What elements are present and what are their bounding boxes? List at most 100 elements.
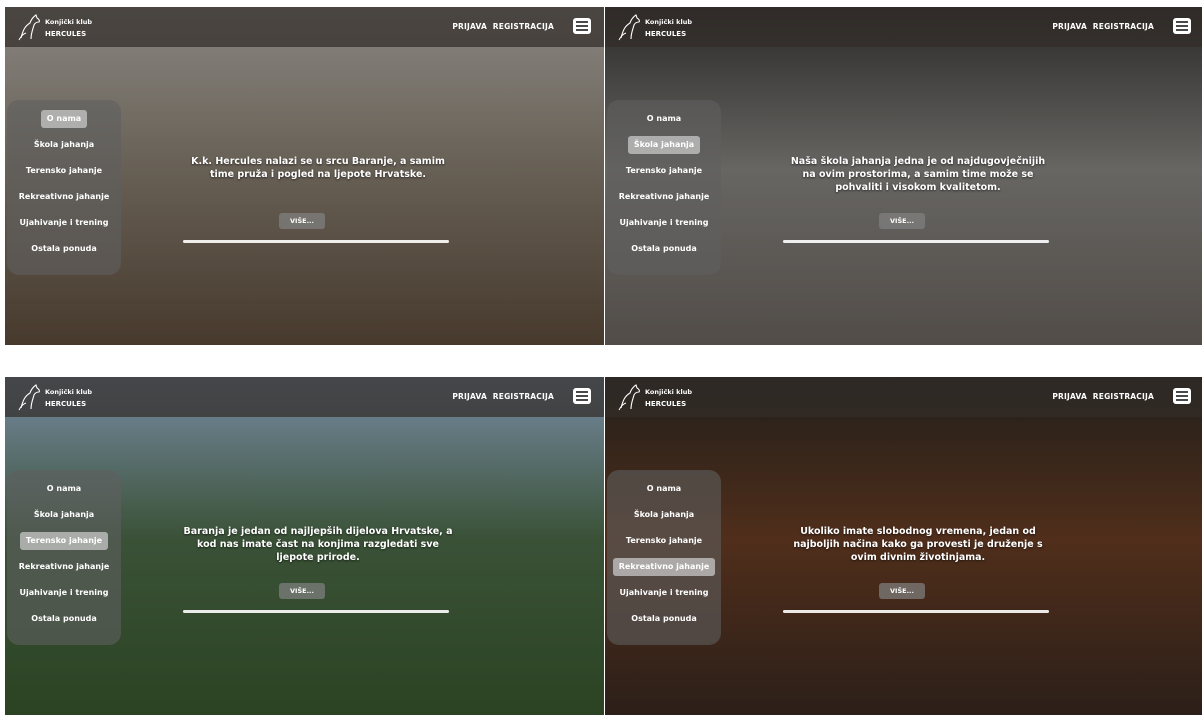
side-menu-item-2[interactable]: Škola jahanja <box>7 136 121 154</box>
club-logo[interactable]: Konjički klub HERCULES <box>617 380 707 414</box>
side-menu-item-label: Rekreativno jahanje <box>18 562 110 571</box>
brand-title: HERCULES <box>645 30 687 38</box>
side-menu-item-label: Ujahivanje i trening <box>19 588 109 597</box>
side-menu-item-2[interactable]: Škola jahanja <box>7 506 121 524</box>
side-menu-item-label: O nama <box>46 484 82 493</box>
slide-caption: Naša škola jahanja jedna je od najdugovj… <box>790 156 1046 193</box>
more-button[interactable]: VIŠE... <box>879 583 925 599</box>
register-link[interactable]: REGISTRACIJA <box>493 22 554 31</box>
register-link[interactable]: REGISTRACIJA <box>493 392 554 401</box>
side-menu-item-4[interactable]: Rekreativno jahanje <box>7 188 121 206</box>
slide-progress-fill <box>783 610 1049 613</box>
slide-progress-fill <box>183 610 449 613</box>
side-menu-item-label: Ostala ponuda <box>31 244 97 253</box>
side-menu-item-1[interactable]: O nama <box>7 480 121 498</box>
side-menu-item-label: Terensko jahanje <box>625 166 703 175</box>
side-menu-item-label: Terensko jahanje <box>25 166 103 175</box>
more-button[interactable]: VIŠE... <box>279 583 325 599</box>
horse-logo-icon <box>18 384 40 411</box>
side-menu-item-label: Škola jahanja <box>33 140 95 149</box>
side-menu-item-label: O nama <box>40 110 88 128</box>
slide-caption: Ukoliko imate slobodnog vremena, jedan o… <box>793 526 1043 563</box>
more-button[interactable]: VIŠE... <box>879 213 925 229</box>
horse-logo-icon <box>618 384 640 411</box>
side-menu-item-label: Ostala ponuda <box>631 244 697 253</box>
side-menu-item-4[interactable]: Rekreativno jahanje <box>607 188 721 206</box>
side-menu-item-1[interactable]: O nama <box>607 110 721 128</box>
slide-caption: Baranja je jedan od najljepših dijelova … <box>183 526 453 563</box>
side-menu-item-3[interactable]: Terensko jahanje <box>607 532 721 550</box>
slide-progress-bar <box>183 240 449 243</box>
brand-name: Konjički klub <box>45 388 92 396</box>
slide-panel-4: Konjički klub HERCULES PRIJAVA REGISTRAC… <box>605 377 1202 715</box>
club-logo[interactable]: Konjički klub HERCULES <box>17 380 107 414</box>
register-link[interactable]: REGISTRACIJA <box>1093 392 1154 401</box>
slide-panel-3: Konjički klub HERCULES PRIJAVA REGISTRAC… <box>5 377 604 715</box>
side-menu-item-6[interactable]: Ostala ponuda <box>7 240 121 258</box>
side-menu-item-5[interactable]: Ujahivanje i trening <box>607 214 721 232</box>
side-menu: O nama Škola jahanja Terensko jahanje Rekre… <box>7 470 121 645</box>
side-menu-item-label: Terensko jahanje <box>625 536 703 545</box>
side-menu-item-label: Škola jahanja <box>33 510 95 519</box>
club-logo[interactable]: Konjički klub HERCULES <box>617 10 707 44</box>
side-menu-item-label: Rekreativno jahanje <box>612 558 716 576</box>
side-menu-item-2[interactable]: Škola jahanja <box>607 136 721 154</box>
slide-progress-fill <box>783 240 1049 243</box>
horse-logo-icon <box>18 14 40 41</box>
side-menu-item-label: Ostala ponuda <box>31 614 97 623</box>
side-menu: O nama Škola jahanja Terensko jahanje Rekre… <box>607 100 721 275</box>
slide-caption: K.k. Hercules nalazi se u srcu Baranje, … <box>191 156 445 180</box>
slide-progress-fill <box>183 240 449 243</box>
club-logo[interactable]: Konjički klub HERCULES <box>17 10 107 44</box>
site-header: Konjički klub HERCULES PRIJAVA REGISTRAC… <box>5 7 604 47</box>
login-link[interactable]: PRIJAVA <box>452 392 487 401</box>
side-menu-item-label: O nama <box>646 484 682 493</box>
side-menu-item-5[interactable]: Ujahivanje i trening <box>7 584 121 602</box>
side-menu-item-label: Terensko jahanje <box>19 532 109 550</box>
side-menu-item-1[interactable]: O nama <box>607 480 721 498</box>
side-menu-item-label: Rekreativno jahanje <box>618 192 710 201</box>
slide-progress-bar <box>183 610 449 613</box>
side-menu: O nama Škola jahanja Terensko jahanje Rekre… <box>607 470 721 645</box>
hamburger-menu-icon[interactable] <box>1173 388 1191 404</box>
side-menu-item-label: Ostala ponuda <box>631 614 697 623</box>
side-menu-item-label: Škola jahanja <box>633 510 695 519</box>
brand-name: Konjički klub <box>645 388 692 396</box>
side-menu-item-3[interactable]: Terensko jahanje <box>7 532 121 550</box>
side-menu-item-label: Ujahivanje i trening <box>19 218 109 227</box>
login-link[interactable]: PRIJAVA <box>1052 22 1087 31</box>
side-menu-item-6[interactable]: Ostala ponuda <box>607 610 721 628</box>
side-menu-item-3[interactable]: Terensko jahanje <box>7 162 121 180</box>
slide-progress-bar <box>783 240 1049 243</box>
side-menu-item-2[interactable]: Škola jahanja <box>607 506 721 524</box>
more-button[interactable]: VIŠE... <box>279 213 325 229</box>
side-menu-item-5[interactable]: Ujahivanje i trening <box>607 584 721 602</box>
horse-logo-icon <box>618 14 640 41</box>
register-link[interactable]: REGISTRACIJA <box>1093 22 1154 31</box>
side-menu-item-4[interactable]: Rekreativno jahanje <box>7 558 121 576</box>
login-link[interactable]: PRIJAVA <box>1052 392 1087 401</box>
side-menu-item-label: Ujahivanje i trening <box>619 218 709 227</box>
site-header: Konjički klub HERCULES PRIJAVA REGISTRAC… <box>605 377 1202 417</box>
side-menu-item-3[interactable]: Terensko jahanje <box>607 162 721 180</box>
site-header: Konjički klub HERCULES PRIJAVA REGISTRAC… <box>605 7 1202 47</box>
side-menu-item-label: Škola jahanja <box>627 136 701 154</box>
side-menu-item-6[interactable]: Ostala ponuda <box>607 240 721 258</box>
site-header: Konjički klub HERCULES PRIJAVA REGISTRAC… <box>5 377 604 417</box>
hamburger-menu-icon[interactable] <box>573 388 591 404</box>
brand-title: HERCULES <box>45 30 87 38</box>
brand-title: HERCULES <box>45 400 87 408</box>
brand-title: HERCULES <box>645 400 687 408</box>
login-link[interactable]: PRIJAVA <box>452 22 487 31</box>
hamburger-menu-icon[interactable] <box>1173 18 1191 34</box>
brand-name: Konjički klub <box>645 18 692 26</box>
side-menu-item-4[interactable]: Rekreativno jahanje <box>607 558 721 576</box>
side-menu: O nama Škola jahanja Terensko jahanje Rekre… <box>7 100 121 275</box>
hamburger-menu-icon[interactable] <box>573 18 591 34</box>
side-menu-item-label: Ujahivanje i trening <box>619 588 709 597</box>
side-menu-item-6[interactable]: Ostala ponuda <box>7 610 121 628</box>
side-menu-item-1[interactable]: O nama <box>7 110 121 128</box>
slide-panel-2: Konjički klub HERCULES PRIJAVA REGISTRAC… <box>605 7 1202 345</box>
brand-name: Konjički klub <box>45 18 92 26</box>
side-menu-item-5[interactable]: Ujahivanje i trening <box>7 214 121 232</box>
